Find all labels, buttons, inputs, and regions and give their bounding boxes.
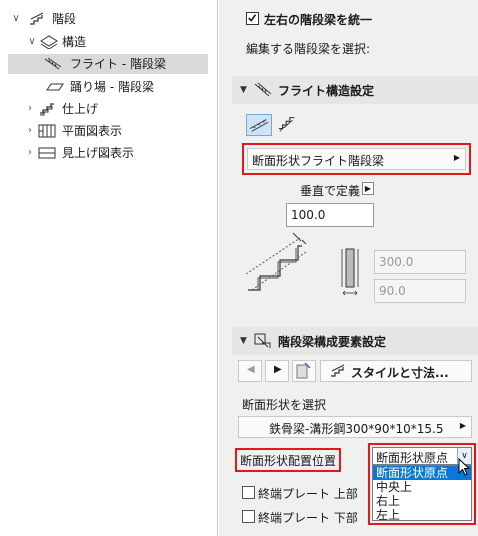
chevron-right-icon[interactable]: › <box>24 99 36 119</box>
tree-item-structure[interactable]: ∨ 構造 <box>0 32 218 52</box>
stair-icon <box>331 364 345 377</box>
reflected-ceiling-icon <box>38 147 56 159</box>
tree-item-label: 平面図表示 <box>62 124 123 138</box>
flight-stringer-icon <box>254 82 272 97</box>
unify-stringers-label: 左右の階段梁を統一 <box>264 13 373 27</box>
landing-stringer-icon <box>46 83 64 91</box>
placement-selected-value: 断面形状原点 <box>376 451 449 465</box>
depth-field[interactable]: 100.0 <box>286 203 374 227</box>
dim-bottom-value: 90.0 <box>379 284 406 298</box>
chevron-down-icon[interactable]: ∨ <box>26 32 38 52</box>
end-plate-top-checkbox[interactable] <box>242 486 255 499</box>
chevron-right-icon[interactable]: › <box>24 143 36 163</box>
tree-item-label: 構造 <box>62 35 87 49</box>
flight-type-toggle-1[interactable] <box>246 114 272 136</box>
tree-item-landing-stringer[interactable]: 踊り場 - 階段梁 <box>0 77 218 97</box>
placement-select[interactable]: 断面形状原点 ∨ <box>372 447 472 465</box>
tree-item-label: フライト - 階段梁 <box>70 57 166 71</box>
arrow-left-icon: ◀ <box>247 364 255 375</box>
arrow-right-icon: ▶ <box>459 421 466 430</box>
profile-select-button[interactable]: 鉄骨梁-溝形鋼300*90*10*15.5 ▶ <box>238 416 472 438</box>
collapse-triangle-icon[interactable]: ▼ <box>240 336 247 346</box>
end-plate-bottom-label: 終端プレート 下部 <box>258 511 358 525</box>
components-icon <box>254 333 271 348</box>
tree-item-reflected-ceiling[interactable]: › 見上げ図表示 <box>0 143 218 163</box>
finish-icon <box>40 103 54 116</box>
dim-top-value: 300.0 <box>379 255 414 269</box>
dim-bottom-field[interactable]: 90.0 <box>374 279 466 303</box>
placement-option[interactable]: 左上 <box>373 508 471 522</box>
check-icon <box>248 14 257 22</box>
tree-panel: ∨ 階段 ∨ 構造 フライト - 階段梁 踊り場 - 階段梁 › 仕上げ › 平… <box>0 0 218 536</box>
placement-dropdown-list: 断面形状原点 中央上 右上 左上 <box>372 465 472 522</box>
vertical-definition-toggle[interactable]: ▶ <box>362 182 374 195</box>
placement-option[interactable]: 断面形状原点 <box>373 466 471 480</box>
floor-plan-icon <box>38 124 56 138</box>
flight-structure-section-header[interactable]: ▼ フライト構造設定 <box>232 76 478 104</box>
profile-section-diagram <box>341 248 359 296</box>
arrow-right-icon: ▶ <box>453 153 460 162</box>
collapse-triangle-icon[interactable]: ▼ <box>240 85 247 95</box>
tree-item-floor-plan[interactable]: › 平面図表示 <box>0 121 218 141</box>
unify-stringers-checkbox[interactable] <box>246 12 259 25</box>
style-size-button[interactable]: スタイルと寸法... <box>320 360 472 382</box>
vertical-definition-label: 垂直で定義 <box>300 184 361 198</box>
dim-top-field[interactable]: 300.0 <box>374 250 466 274</box>
previous-button[interactable]: ◀ <box>238 360 262 382</box>
depth-value: 100.0 <box>291 208 326 222</box>
select-stringer-label: 編集する階段梁を選択: <box>246 42 371 56</box>
document-edit-icon <box>296 362 311 379</box>
mouse-cursor-icon <box>458 458 471 476</box>
next-button[interactable]: ▶ <box>265 360 289 382</box>
placement-option[interactable]: 右上 <box>373 494 471 508</box>
placement-option[interactable]: 中央上 <box>373 480 471 494</box>
stair-profile-diagram <box>246 232 307 291</box>
arrow-right-icon: ▶ <box>274 364 282 375</box>
style-size-label: スタイルと寸法... <box>351 366 449 380</box>
end-plate-top-label: 終端プレート 上部 <box>258 487 358 501</box>
section-title: 階段梁構成要素設定 <box>278 335 387 349</box>
tree-item-finish[interactable]: › 仕上げ <box>0 99 218 119</box>
tree-item-stair[interactable]: ∨ 階段 <box>0 9 218 29</box>
tree-item-label: 仕上げ <box>62 102 99 116</box>
section-title: フライト構造設定 <box>278 84 375 98</box>
flight-type-toggle-2[interactable] <box>276 114 302 136</box>
tree-item-label: 階段 <box>52 12 77 26</box>
select-profile-label: 断面形状を選択 <box>242 398 327 412</box>
chevron-down-icon[interactable]: ∨ <box>10 9 22 29</box>
profile-type-label: 断面形状フライト階段梁 <box>252 154 385 168</box>
end-plate-bottom-checkbox[interactable] <box>242 510 255 523</box>
stringer-stepped-icon <box>278 117 295 132</box>
flight-stringer-icon <box>44 57 62 70</box>
tree-item-label: 踊り場 - 階段梁 <box>70 80 154 94</box>
stair-icon <box>30 12 44 25</box>
profile-name: 鉄骨梁-溝形鋼300*90*10*15.5 <box>269 422 444 436</box>
tree-item-flight-stringer[interactable]: フライト - 階段梁 <box>8 54 208 74</box>
components-section-header[interactable]: ▼ 階段梁構成要素設定 <box>232 327 478 355</box>
tree-item-label: 見上げ図表示 <box>62 146 135 160</box>
structure-icon <box>40 35 58 49</box>
edit-component-button[interactable] <box>292 360 316 382</box>
profile-placement-label: 断面形状配置位置 <box>240 454 337 468</box>
stringer-straight-icon <box>249 119 269 132</box>
profile-type-button[interactable]: 断面形状フライト階段梁 ▶ <box>247 148 466 170</box>
chevron-right-icon[interactable]: › <box>24 121 36 141</box>
